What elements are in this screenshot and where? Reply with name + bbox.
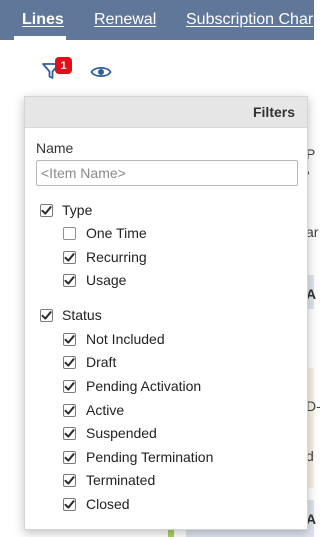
draft-checkbox[interactable] bbox=[63, 355, 76, 369]
recurring-label: Recurring bbox=[86, 249, 147, 265]
type-option-row[interactable]: Recurring bbox=[63, 247, 147, 267]
suspended-label: Suspended bbox=[86, 425, 157, 441]
one-time-label: One Time bbox=[86, 225, 147, 241]
type-option-row[interactable]: One Time bbox=[63, 223, 147, 243]
item-name-input[interactable] bbox=[36, 160, 298, 186]
tab-bar: Lines Renewal Subscription Char bbox=[0, 0, 314, 40]
closed-label: Closed bbox=[86, 496, 130, 512]
status-option-row[interactable]: Terminated bbox=[63, 470, 155, 490]
active-tab-indicator bbox=[14, 36, 66, 40]
tab-renewal[interactable]: Renewal bbox=[94, 11, 156, 29]
active-checkbox[interactable] bbox=[63, 403, 76, 417]
status-option-row[interactable]: Pending Activation bbox=[63, 376, 201, 396]
view-toggle-button[interactable] bbox=[86, 59, 116, 85]
status-label: Status bbox=[62, 307, 102, 323]
filters-popup: Filters Name Type One Time Recurring Usa… bbox=[24, 96, 308, 530]
status-option-row[interactable]: Draft bbox=[63, 352, 116, 372]
one-time-checkbox[interactable] bbox=[63, 226, 76, 240]
recurring-checkbox[interactable] bbox=[63, 250, 76, 264]
pending-activation-checkbox[interactable] bbox=[63, 379, 76, 393]
tab-lines[interactable]: Lines bbox=[22, 11, 64, 29]
filters-header: Filters bbox=[25, 97, 307, 128]
type-option-row[interactable]: Usage bbox=[63, 270, 126, 290]
draft-label: Draft bbox=[86, 354, 117, 370]
background-text: D- bbox=[306, 398, 320, 414]
not-included-label: Not Included bbox=[86, 331, 165, 347]
name-label: Name bbox=[36, 140, 74, 156]
tab-subscription-charges[interactable]: Subscription Char bbox=[186, 11, 313, 29]
pending-termination-checkbox[interactable] bbox=[63, 450, 76, 464]
status-option-row[interactable]: Not Included bbox=[63, 329, 165, 349]
pending-termination-label: Pending Termination bbox=[86, 449, 214, 465]
status-checkbox-row[interactable]: Status bbox=[40, 305, 102, 325]
usage-checkbox[interactable] bbox=[63, 273, 76, 287]
type-checkbox-row[interactable]: Type bbox=[40, 200, 92, 220]
not-included-checkbox[interactable] bbox=[63, 332, 76, 346]
status-option-row[interactable]: Suspended bbox=[63, 423, 157, 443]
active-label: Active bbox=[86, 402, 125, 418]
suspended-checkbox[interactable] bbox=[63, 426, 76, 440]
type-checkbox[interactable] bbox=[40, 203, 53, 217]
terminated-checkbox[interactable] bbox=[63, 473, 76, 487]
pending-activation-label: Pending Activation bbox=[86, 378, 202, 394]
filters-title: Filters bbox=[252, 104, 295, 120]
terminated-label: Terminated bbox=[86, 472, 156, 488]
closed-checkbox[interactable] bbox=[63, 497, 76, 511]
status-option-row[interactable]: Closed bbox=[63, 494, 130, 514]
filter-count-badge: 1 bbox=[55, 57, 72, 74]
type-label: Type bbox=[62, 202, 93, 218]
usage-label: Usage bbox=[86, 272, 127, 288]
status-checkbox[interactable] bbox=[40, 308, 53, 322]
eye-icon bbox=[90, 66, 112, 78]
status-option-row[interactable]: Pending Termination bbox=[63, 447, 213, 467]
status-option-row[interactable]: Active bbox=[63, 400, 124, 420]
